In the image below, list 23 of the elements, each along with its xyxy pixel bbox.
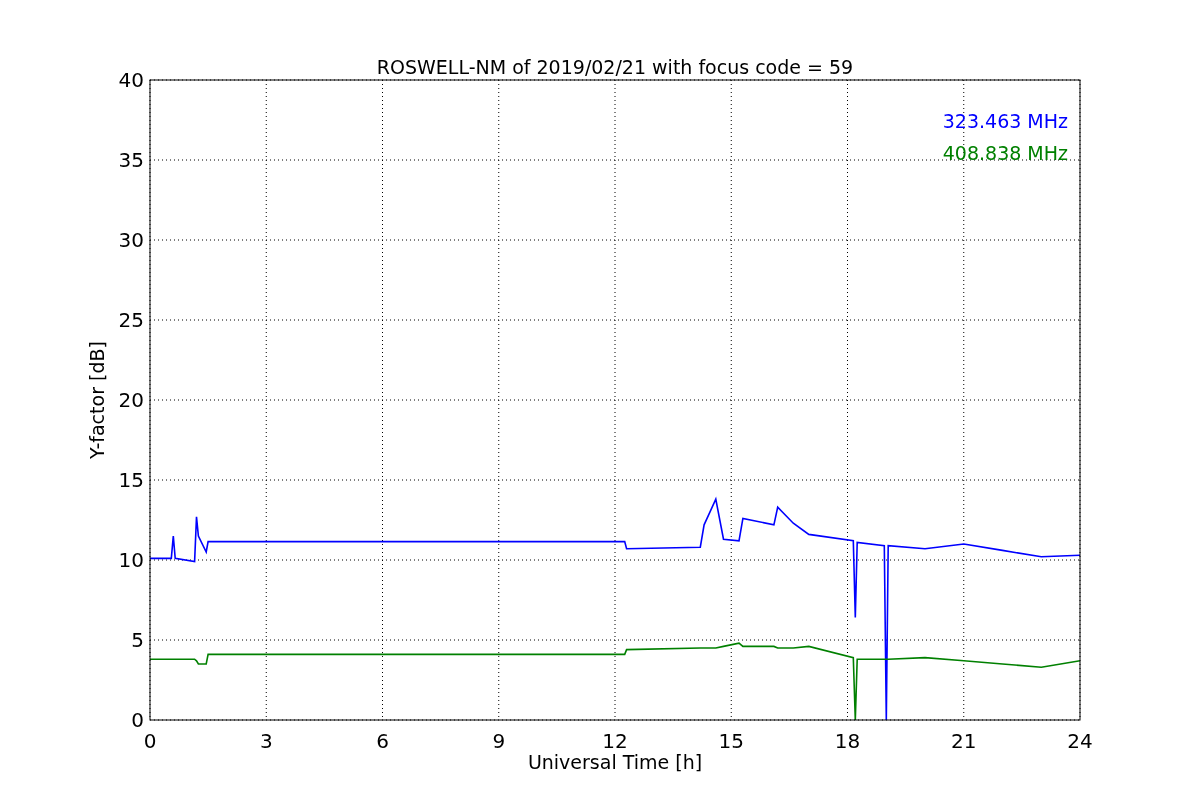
- x-tick-label: 9: [492, 729, 506, 753]
- y-tick-label: 10: [118, 548, 144, 572]
- x-tick-label: 21: [951, 729, 977, 753]
- y-tick-label: 35: [118, 148, 144, 172]
- x-tick-label: 0: [143, 729, 157, 753]
- y-axis-title: Y-factor [dB]: [86, 341, 108, 459]
- y-tick-label: 25: [118, 308, 144, 332]
- x-tick-label: 3: [259, 729, 273, 753]
- y-tick-label: 20: [118, 388, 144, 412]
- x-axis-title: Universal Time [h]: [527, 751, 703, 773]
- y-tick-label: 0: [131, 708, 144, 732]
- y-tick-label: 30: [118, 228, 144, 252]
- y-tick-label: 15: [118, 468, 144, 492]
- chart-title: ROSWELL-NM of 2019/02/21 with focus code = 59: [376, 56, 854, 78]
- x-tick-label: 6: [376, 729, 389, 753]
- legend-label: 408.838 MHz: [942, 142, 1068, 164]
- x-tick-label: 15: [718, 729, 744, 753]
- x-tick-label: 12: [602, 729, 628, 753]
- legend-label: 323.463 MHz: [942, 110, 1068, 132]
- y-tick-label: 5: [131, 628, 144, 652]
- x-tick-label: 18: [834, 729, 861, 753]
- x-tick-label: 24: [1067, 729, 1093, 753]
- y-tick-label: 40: [118, 68, 144, 92]
